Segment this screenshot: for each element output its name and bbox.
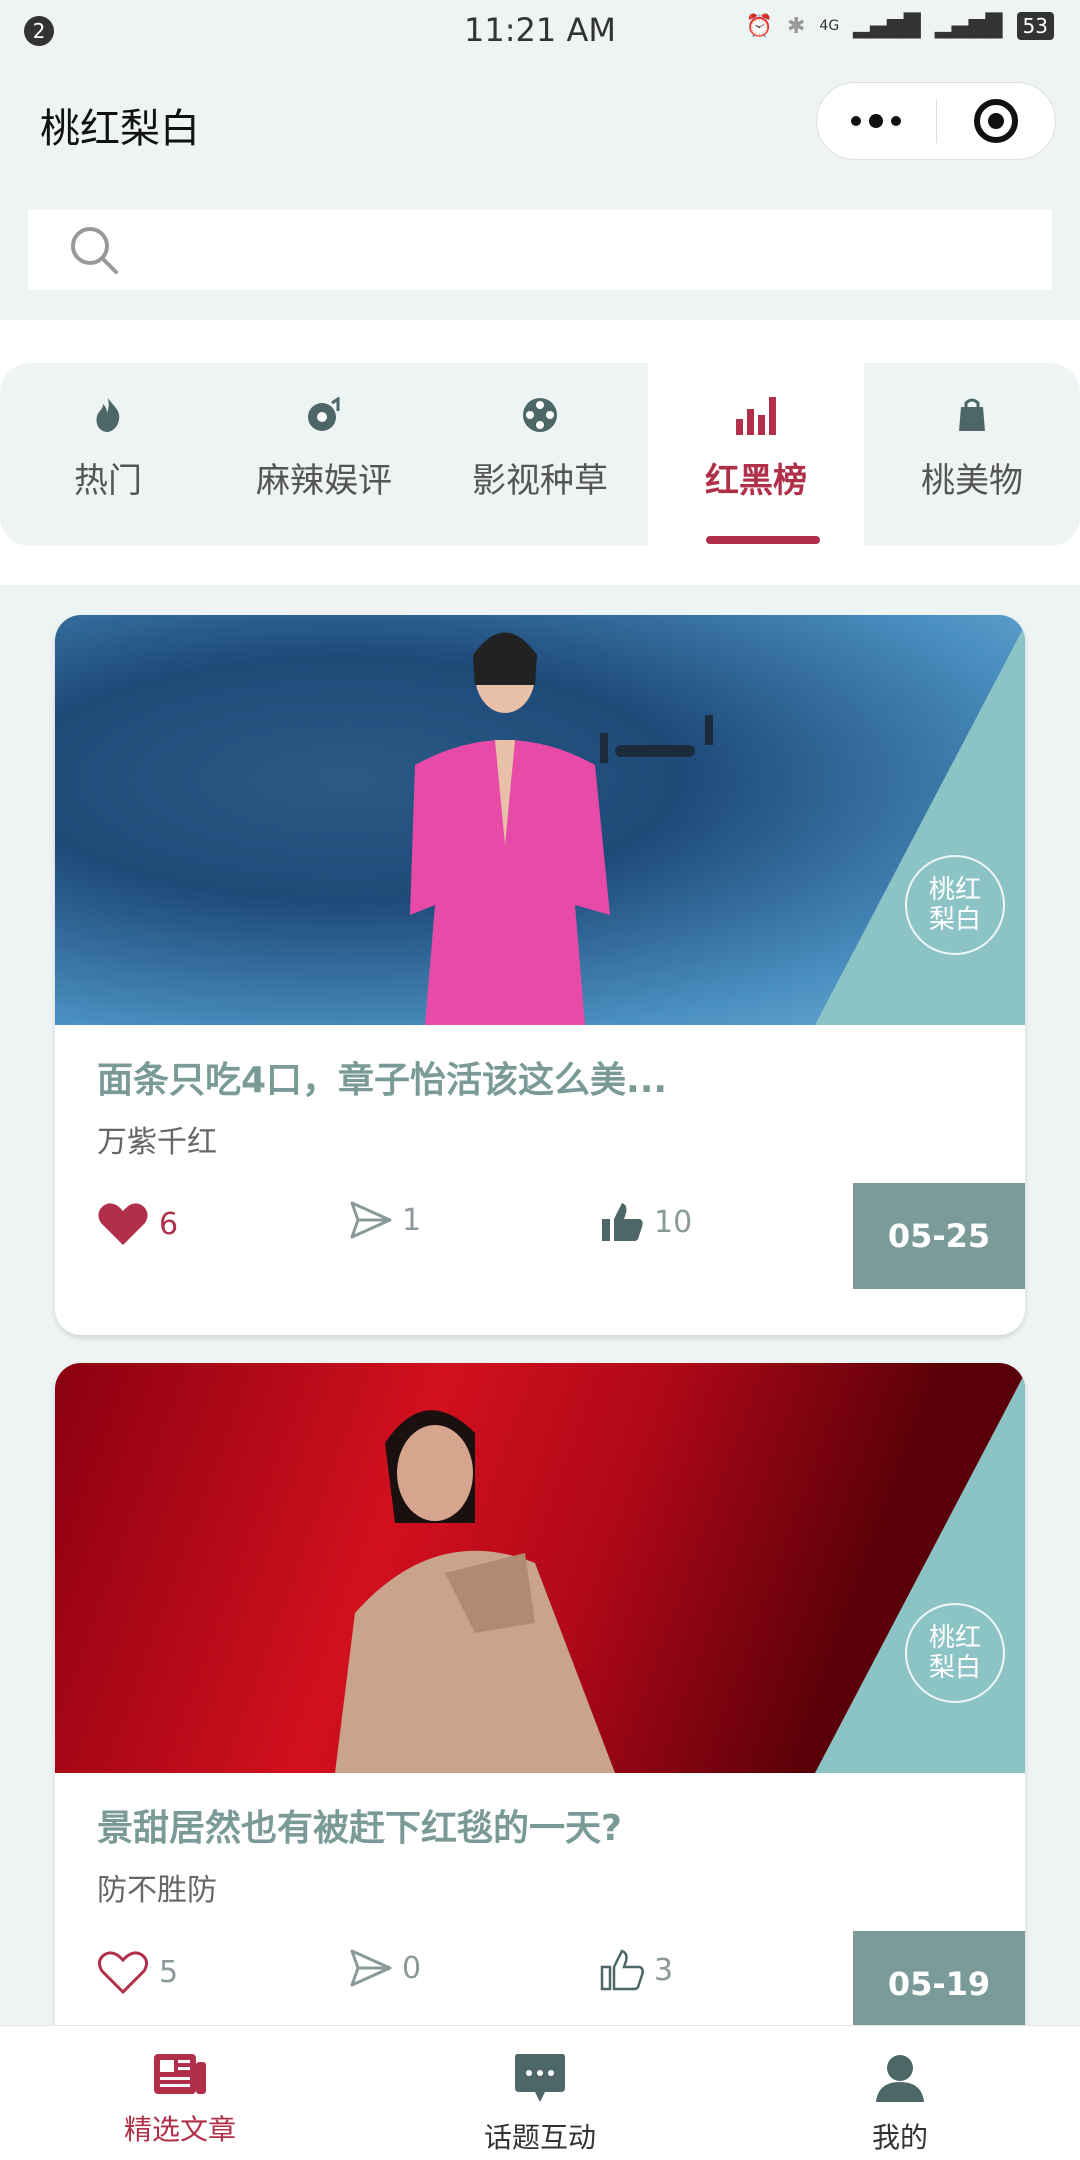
article-meta: 6 1 10 05-25 (55, 1161, 1025, 1311)
tab-red-black-list[interactable]: 红黑榜 (648, 363, 864, 546)
news-icon (154, 2054, 206, 2094)
bar-chart-icon (734, 393, 778, 437)
share-button[interactable]: 0 (350, 1949, 421, 1987)
bluetooth-icon: ✱ (786, 13, 806, 39)
heart-outline-icon (97, 1951, 149, 1995)
status-bar: 2 11:21 AM ⏰ ✱ 4G ▂▄▆█ ▂▄▆█ 53 (0, 0, 1080, 60)
notification-count-badge: 2 (24, 16, 54, 46)
article-date: 05-25 (853, 1183, 1025, 1289)
page-title: 桃红梨白 (40, 106, 200, 152)
tab-entertainment-reviews[interactable]: 麻辣娱评 (216, 363, 432, 546)
navbar: 桃红梨白 (0, 60, 1080, 180)
film-reel-icon (521, 393, 559, 437)
article-author: 万紫千红 (97, 1125, 217, 1160)
brand-watermark-logo: 桃红梨白 (905, 855, 1005, 955)
shopping-bag-icon (957, 393, 987, 437)
thumbs-up-filled-icon (602, 1203, 643, 1241)
share-count: 1 (402, 1202, 422, 1238)
close-target-icon[interactable] (937, 99, 1056, 143)
article-title: 面条只吃4口，章子怡活该这么美... (97, 1060, 668, 1101)
bottom-tab-topic-interaction[interactable]: 话题互动 (360, 2026, 720, 2160)
status-time: 11:21 AM (464, 11, 616, 49)
like-count: 6 (159, 1206, 179, 1242)
more-icon[interactable] (817, 114, 936, 128)
thumb-count: 10 (654, 1204, 693, 1240)
music-disc-icon (304, 393, 344, 437)
bottom-tab-label: 我的 (871, 2121, 928, 2154)
paper-plane-icon (350, 1949, 392, 1987)
article-card[interactable]: 桃红梨白 景甜居然也有被赶下红毯的一天? 防不胜防 5 0 3 05-19 (55, 1363, 1025, 2083)
chat-icon (515, 2054, 565, 2102)
thumb-count: 3 (654, 1952, 674, 1988)
tab-film-picks[interactable]: 影视种草 (432, 363, 648, 546)
network-label: 4G (819, 18, 840, 34)
search-input[interactable] (28, 210, 1052, 290)
like-button[interactable]: 6 (97, 1201, 178, 1247)
tab-beauty-goods[interactable]: 桃美物 (864, 363, 1080, 546)
heart-filled-icon (98, 1203, 148, 1245)
miniprogram-capsule (816, 82, 1056, 160)
bottom-tab-label: 话题互动 (483, 2121, 596, 2154)
flame-icon (93, 393, 123, 437)
category-tabs: 热门 麻辣娱评 影视种草 红黑榜 桃美物 (0, 363, 1080, 546)
thumbs-up-outline-icon (600, 1949, 644, 1991)
article-cover-image: 桃红梨白 (55, 615, 1025, 1025)
tab-label: 热门 (74, 461, 142, 501)
brand-watermark-logo: 桃红梨白 (905, 1603, 1005, 1703)
tab-label: 桃美物 (921, 461, 1023, 501)
like-button[interactable]: 5 (97, 1949, 178, 1995)
article-title: 景甜居然也有被赶下红毯的一天? (97, 1808, 622, 1849)
article-date: 05-19 (853, 1931, 1025, 2037)
article-cover-image: 桃红梨白 (55, 1363, 1025, 1773)
tab-label: 麻辣娱评 (256, 461, 392, 501)
status-icons: ⏰ ✱ 4G ▂▄▆█ ▂▄▆█ 53 (746, 12, 1054, 40)
tab-hot[interactable]: 热门 (0, 363, 216, 546)
alarm-icon: ⏰ (745, 13, 773, 39)
bottom-tab-label: 精选文章 (123, 2113, 236, 2146)
signal-icon: ▂▄▆█ (853, 13, 921, 39)
article-author: 防不胜防 (97, 1873, 217, 1908)
bottom-tab-bar: 精选文章 话题互动 我的 (0, 2025, 1080, 2160)
like-count: 5 (159, 1954, 179, 1990)
active-tab-indicator (706, 536, 820, 544)
tab-label: 红黑榜 (705, 461, 807, 501)
bottom-tab-me[interactable]: 我的 (720, 2026, 1080, 2160)
share-button[interactable]: 1 (350, 1201, 421, 1239)
thumb-up-button[interactable]: 10 (600, 1201, 692, 1243)
share-count: 0 (402, 1950, 422, 1986)
search-icon (71, 227, 118, 274)
thumb-up-button[interactable]: 3 (600, 1949, 673, 1991)
bottom-tab-featured-articles[interactable]: 精选文章 (0, 2026, 360, 2160)
battery-indicator: 53 (1016, 12, 1054, 40)
paper-plane-icon (350, 1201, 392, 1239)
article-card[interactable]: 桃红梨白 面条只吃4口，章子怡活该这么美... 万紫千红 6 1 10 05-2… (55, 615, 1025, 1335)
tab-label: 影视种草 (472, 461, 608, 501)
signal-icon-2: ▂▄▆█ (934, 13, 1003, 39)
user-icon (876, 2055, 924, 2102)
